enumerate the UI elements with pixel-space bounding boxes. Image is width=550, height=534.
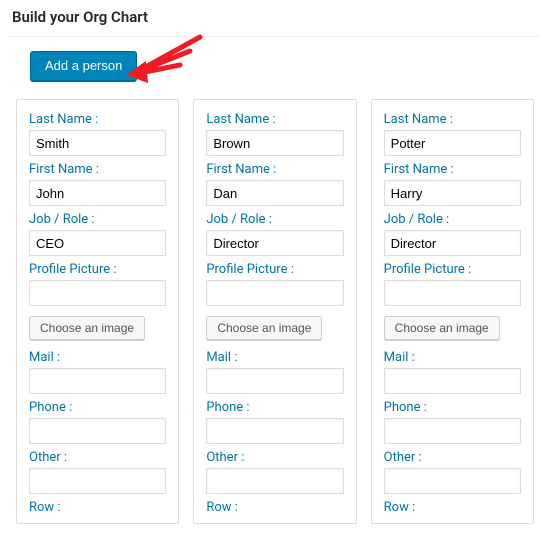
choose-image-button[interactable]: Choose an image [206,316,322,340]
picture-label: Profile Picture : [29,262,166,277]
last-name-label: Last Name : [384,112,521,127]
person-card: Last Name : First Name : Job / Role : Pr… [16,99,179,524]
last-name-input[interactable] [29,130,166,156]
picture-label: Profile Picture : [384,262,521,277]
job-label: Job / Role : [29,212,166,227]
picture-input[interactable] [384,280,521,306]
last-name-label: Last Name : [206,112,343,127]
first-name-label: First Name : [206,162,343,177]
first-name-input[interactable] [384,180,521,206]
phone-label: Phone : [29,400,166,415]
phone-input[interactable] [206,418,343,444]
job-input[interactable] [206,230,343,256]
picture-input[interactable] [29,280,166,306]
other-label: Other : [384,450,521,465]
phone-input[interactable] [29,418,166,444]
row-label: Row : [384,500,521,515]
first-name-label: First Name : [384,162,521,177]
person-card: Last Name : First Name : Job / Role : Pr… [371,99,534,524]
mail-input[interactable] [206,368,343,394]
mail-input[interactable] [29,368,166,394]
person-card: Last Name : First Name : Job / Role : Pr… [193,99,356,524]
picture-input[interactable] [206,280,343,306]
other-label: Other : [206,450,343,465]
phone-label: Phone : [206,400,343,415]
last-name-input[interactable] [384,130,521,156]
phone-label: Phone : [384,400,521,415]
row-label: Row : [29,500,166,515]
mail-label: Mail : [384,350,521,365]
choose-image-button[interactable]: Choose an image [29,316,145,340]
first-name-label: First Name : [29,162,166,177]
last-name-input[interactable] [206,130,343,156]
job-label: Job / Role : [384,212,521,227]
page-title: Build your Org Chart [10,4,540,36]
other-input[interactable] [384,468,521,494]
choose-image-button[interactable]: Choose an image [384,316,500,340]
first-name-input[interactable] [29,180,166,206]
other-input[interactable] [29,468,166,494]
mail-label: Mail : [29,350,166,365]
job-input[interactable] [29,230,166,256]
row-label: Row : [206,500,343,515]
other-label: Other : [29,450,166,465]
first-name-input[interactable] [206,180,343,206]
mail-label: Mail : [206,350,343,365]
job-input[interactable] [384,230,521,256]
last-name-label: Last Name : [29,112,166,127]
picture-label: Profile Picture : [206,262,343,277]
add-person-button[interactable]: Add a person [30,51,137,81]
toolbar: Add a person [10,51,540,81]
mail-input[interactable] [384,368,521,394]
person-cards: Last Name : First Name : Job / Role : Pr… [10,99,540,524]
divider [10,36,540,37]
other-input[interactable] [206,468,343,494]
phone-input[interactable] [384,418,521,444]
job-label: Job / Role : [206,212,343,227]
